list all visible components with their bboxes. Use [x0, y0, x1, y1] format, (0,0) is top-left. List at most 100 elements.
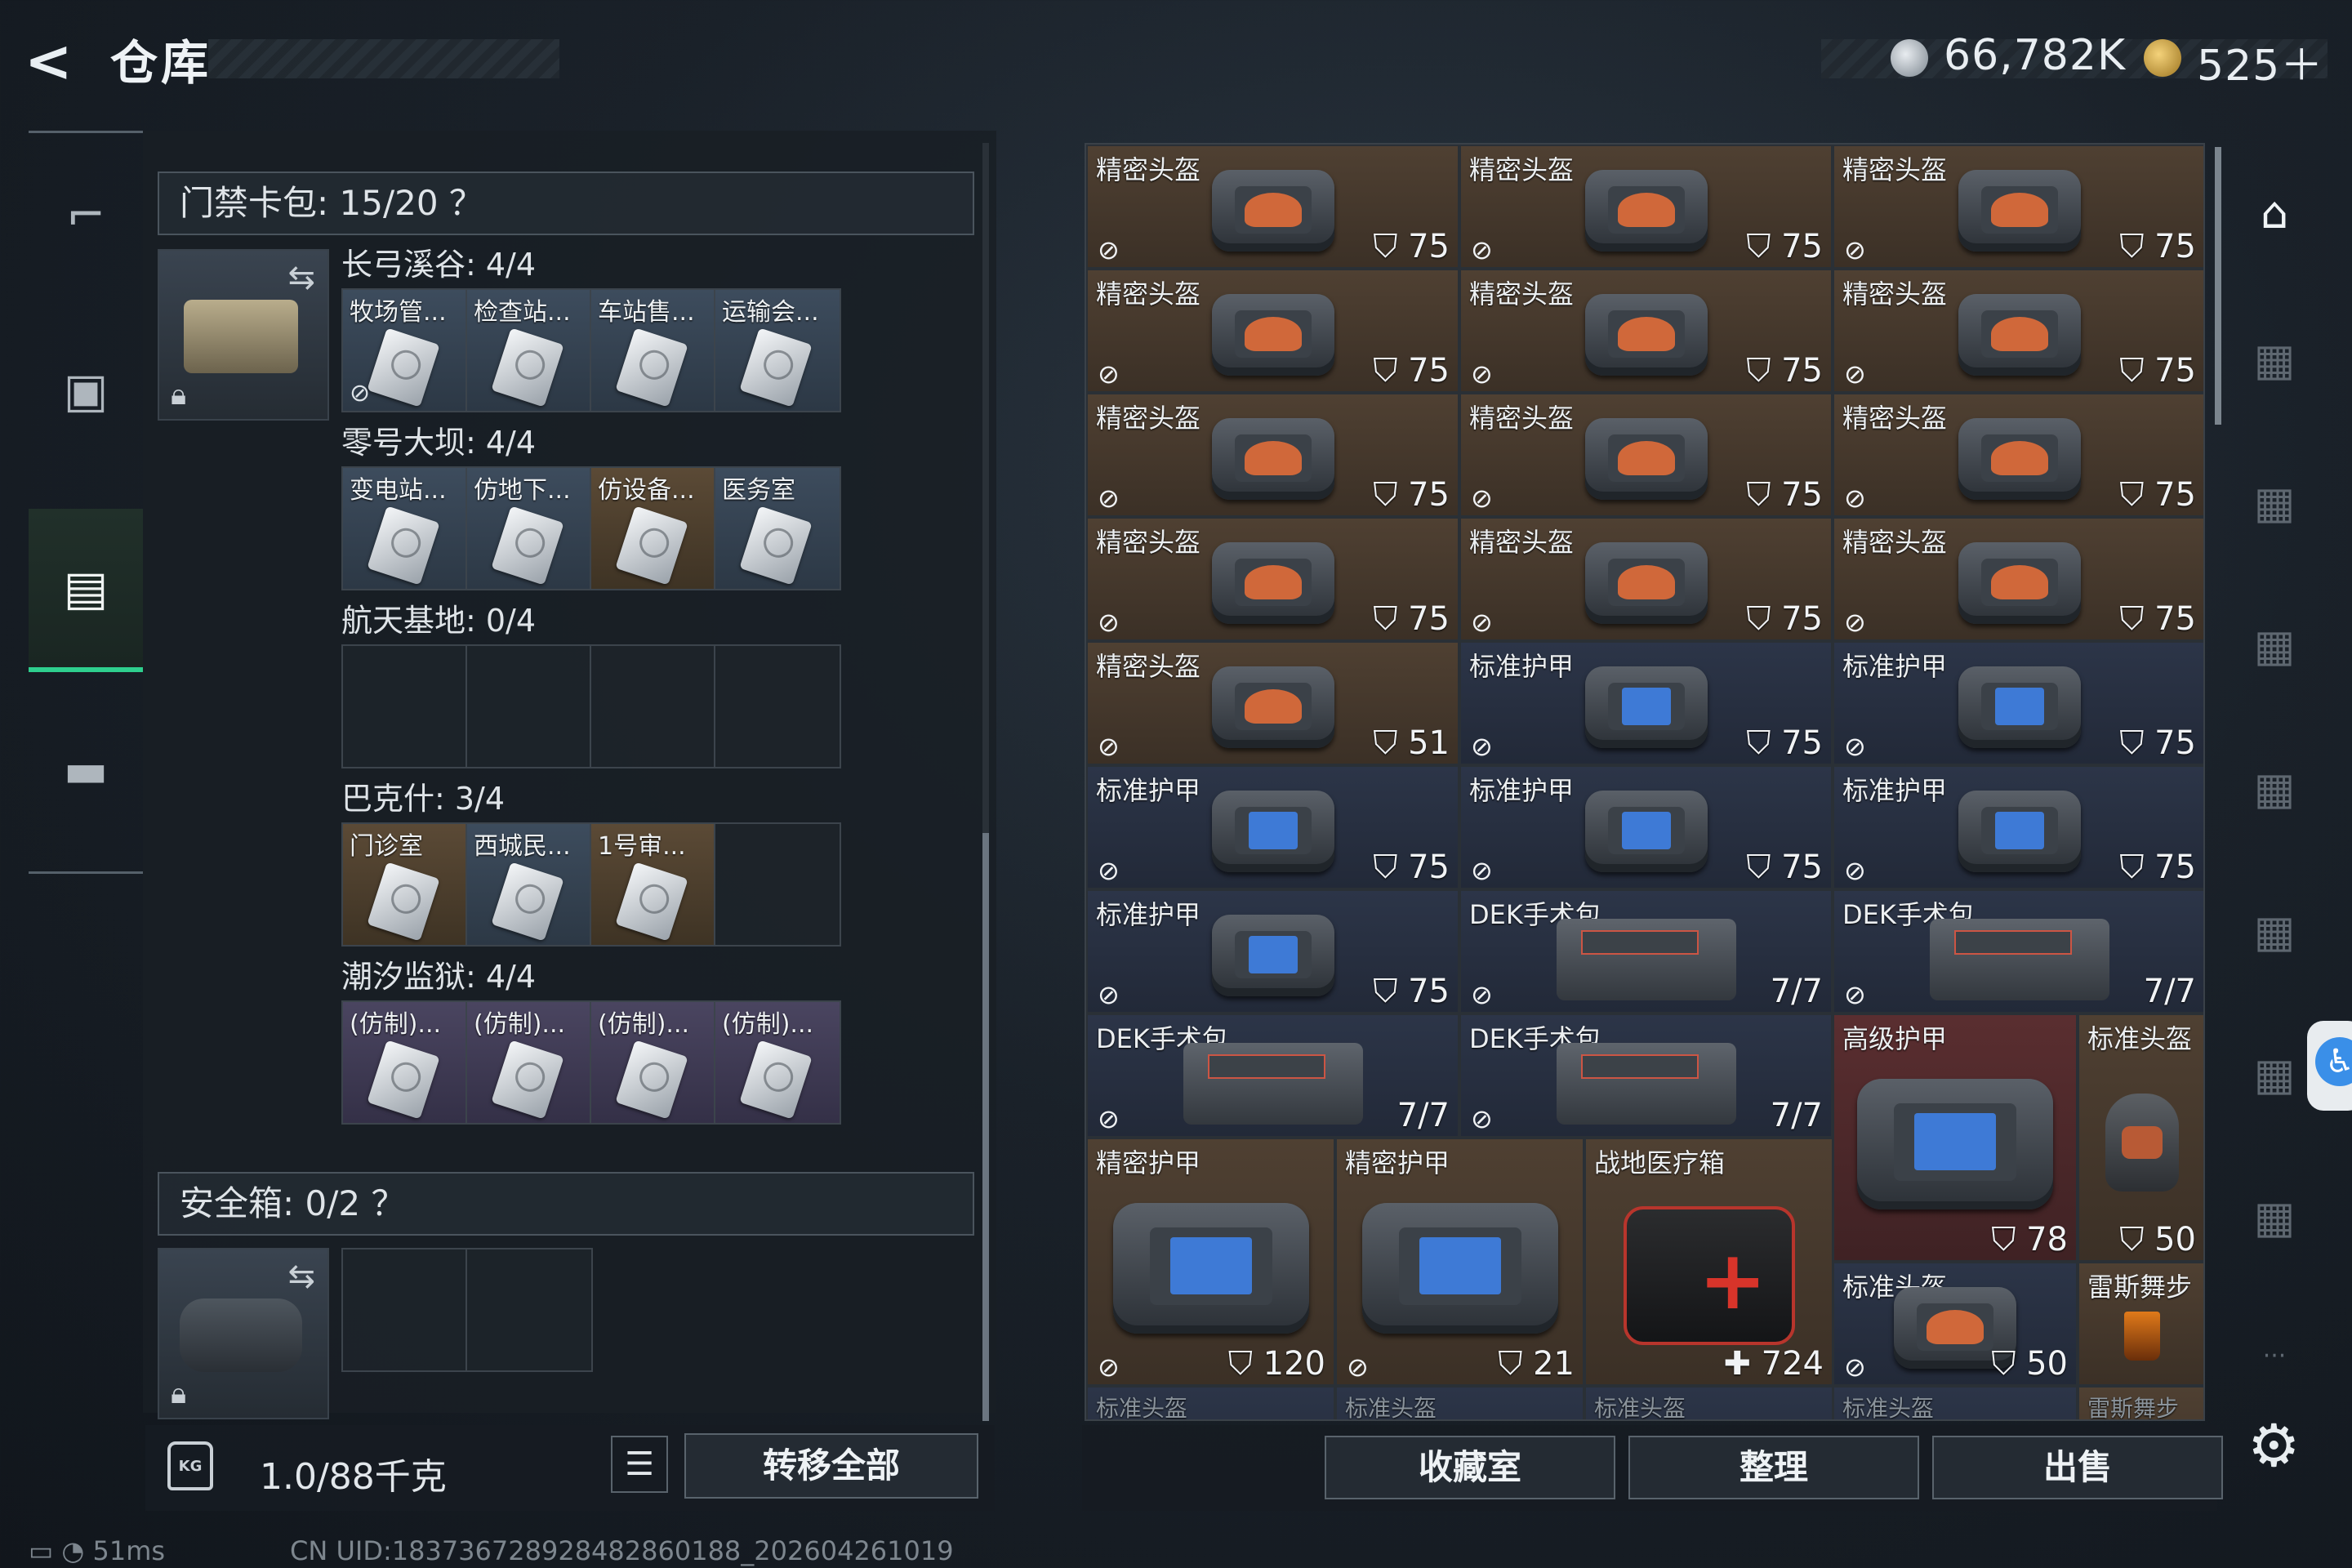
item-stat-badge: ⛉ 75 — [1746, 228, 1823, 265]
inventory-item[interactable]: 精密头盔 ⊘ ⛉ 75 — [1833, 517, 2203, 641]
swap-icon[interactable]: ⇆ — [287, 1258, 315, 1295]
inventory-item[interactable]: 雷斯舞步 — [2078, 1262, 2203, 1386]
more-icon[interactable]: ··· — [2221, 1286, 2328, 1425]
inventory-item[interactable]: 标准护甲 ⊘ ⛉ 75 — [1833, 765, 2203, 889]
empty-keycard-slot[interactable] — [467, 646, 591, 767]
inventory-item[interactable]: 精密头盔 ⊘ ⛉ 75 — [1459, 145, 1833, 269]
keycard-label: 医务室 — [722, 476, 795, 505]
keycard-slot[interactable]: (仿制)... — [591, 1002, 715, 1123]
helmet-bag-image — [1211, 666, 1334, 748]
inventory-item[interactable]: 战地医疗箱 ✚ 724 — [1584, 1138, 1833, 1386]
keycard-slot[interactable]: 车站售... — [591, 290, 715, 411]
grid-scrollbar-thumb[interactable] — [2215, 147, 2221, 425]
swap-icon[interactable]: ⇆ — [287, 259, 315, 296]
keycard-label: 门诊室 — [350, 832, 423, 861]
container-icon[interactable]: ▤ — [29, 509, 143, 672]
inventory-item[interactable]: 标准护甲 ⊘ ⛉ 75 — [1086, 889, 1459, 1013]
safe-box-slot-1[interactable] — [343, 1250, 467, 1370]
inventory-item[interactable]: DEK手术包 ⊘ 7/7 — [1833, 889, 2203, 1013]
inventory-item[interactable]: 精密头盔 ⊘ ⛉ 75 — [1086, 393, 1459, 517]
keycard-icon — [491, 1040, 564, 1120]
list-view-button[interactable]: ☰ — [611, 1436, 668, 1493]
collection-room-button[interactable]: 收藏室 — [1325, 1436, 1615, 1499]
inventory-item[interactable]: 标准护甲 ⊘ ⛉ 75 — [1459, 765, 1833, 889]
inventory-item[interactable]: 精密头盔 ⊘ ⛉ 51 — [1086, 641, 1459, 765]
keycard-slot[interactable]: 检查站... — [467, 290, 591, 411]
inventory-item[interactable]: 精密头盔 ⊘ ⛉ 75 — [1833, 145, 2203, 269]
keycard-slot[interactable]: 运输会... — [715, 290, 840, 411]
keycard-slot[interactable]: 仿地下... — [467, 468, 591, 589]
item-name: 精密护甲 — [1345, 1147, 1450, 1178]
no-sell-icon: ⊘ — [1844, 234, 1866, 265]
inventory-item[interactable]: 标准护甲 ⊘ ⛉ 75 — [1459, 641, 1833, 765]
empty-keycard-slot[interactable] — [715, 824, 840, 945]
keycard-slot[interactable]: (仿制)... — [343, 1002, 467, 1123]
page-title: 仓库 — [110, 35, 212, 91]
inventory-item[interactable]: 标准护甲 ⊘ ⛉ 75 — [1086, 765, 1459, 889]
gun-icon[interactable]: ⌐ — [29, 133, 143, 296]
inventory-item[interactable]: 标准护甲 ⊘ ⛉ 75 — [1833, 641, 2203, 765]
tab-iv-2-icon[interactable]: ▦ — [2221, 433, 2328, 572]
inventory-item[interactable]: 精密头盔 ⊘ ⛉ 75 — [1459, 269, 1833, 393]
organize-button[interactable]: 整理 — [1628, 1436, 1919, 1499]
no-sell-icon: ⊘ — [1844, 1352, 1866, 1383]
keycard-icon — [367, 506, 440, 586]
safe-box-slot[interactable]: ⇆ 🔒︎ — [158, 1248, 329, 1419]
inventory-item[interactable]: 标准头盔 — [1086, 1386, 1335, 1419]
inventory-item[interactable]: DEK手术包 ⊘ 7/7 — [1459, 1013, 1833, 1138]
inventory-item[interactable]: 精密头盔 ⊘ ⛉ 75 — [1086, 269, 1459, 393]
sell-button[interactable]: 出售 — [1932, 1436, 2223, 1499]
inventory-item[interactable]: 精密头盔 ⊘ ⛉ 75 — [1086, 145, 1459, 269]
inventory-item[interactable]: 高级护甲 ⛉ 78 — [1833, 1013, 2078, 1262]
safe-box-header[interactable]: 安全箱: 0/2 ？ — [158, 1172, 974, 1236]
keycard-slot[interactable]: 牧场管... ⊘ — [343, 290, 467, 411]
inventory-item[interactable]: 精密头盔 ⊘ ⛉ 75 — [1459, 393, 1833, 517]
keycard-slot[interactable]: 变电站... — [343, 468, 467, 589]
keycard-slot[interactable]: 门诊室 — [343, 824, 467, 945]
keycard-pack-header[interactable]: 门禁卡包: 15/20 ？ — [158, 172, 974, 235]
back-arrow-icon[interactable]: < — [24, 33, 90, 90]
warehouse-home-icon[interactable]: ⌂ — [2221, 143, 2328, 282]
inventory-item[interactable]: 标准头盔 — [1584, 1386, 1833, 1419]
inventory-item[interactable]: 标准头盔 — [1833, 1386, 2078, 1419]
tab-iv-4-icon[interactable]: ▦ — [2221, 719, 2328, 858]
inventory-item[interactable]: 精密头盔 ⊘ ⛉ 75 — [1833, 269, 2203, 393]
inventory-item[interactable]: 精密护甲 ⊘ ⛉ 21 — [1335, 1138, 1584, 1386]
keycard-slot[interactable]: 1号审... — [591, 824, 715, 945]
tab-iv-5-icon[interactable]: ▦ — [2221, 862, 2328, 1000]
keycard-icon — [739, 327, 813, 408]
shield-icon: ⛉ — [1373, 476, 1409, 514]
toolbox-icon[interactable]: ▬ — [29, 688, 143, 852]
empty-keycard-slot[interactable] — [343, 646, 467, 767]
inventory-item[interactable]: 精密头盔 ⊘ ⛉ 75 — [1459, 517, 1833, 641]
empty-keycard-slot[interactable] — [591, 646, 715, 767]
inventory-item[interactable]: DEK手术包 ⊘ 7/7 — [1459, 889, 1833, 1013]
keycard-slot[interactable]: 西城民... — [467, 824, 591, 945]
tab-iv-3-icon[interactable]: ▦ — [2221, 576, 2328, 715]
transfer-all-button[interactable]: 转移全部 — [684, 1433, 978, 1499]
currency-gold-amount[interactable]: 525＋ — [2197, 31, 2323, 92]
inventory-item[interactable]: DEK手术包 ⊘ 7/7 — [1086, 1013, 1459, 1138]
inventory-item[interactable]: 精密头盔 ⊘ ⛉ 75 — [1833, 393, 2203, 517]
safe-box-slot-2[interactable] — [467, 1250, 591, 1370]
inventory-item[interactable]: 精密头盔 ⊘ ⛉ 75 — [1086, 517, 1459, 641]
item-stat: 75 — [1781, 849, 1823, 886]
inventory-item[interactable]: 标准头盔 ⛉ 50 — [2078, 1013, 2203, 1262]
tab-iv-1-icon[interactable]: ▦ — [2221, 290, 2328, 429]
keycard-slot[interactable]: 医务室 — [715, 468, 840, 589]
inventory-item[interactable]: 标准头盔 ⊘ ⛉ 50 — [1833, 1262, 2078, 1386]
backpack-icon[interactable]: ▣ — [29, 309, 143, 472]
inventory-item[interactable]: 雷斯舞步 — [2078, 1386, 2203, 1419]
keycard-slot[interactable]: 仿设备... — [591, 468, 715, 589]
inventory-item[interactable]: 标准头盔 — [1335, 1386, 1584, 1419]
keycard-slot[interactable]: (仿制)... — [467, 1002, 591, 1123]
keycard-slot[interactable]: (仿制)... — [715, 1002, 840, 1123]
inventory-item[interactable]: 精密护甲 ⊘ ⛉ 120 — [1086, 1138, 1335, 1386]
gear-icon[interactable]: ⚙ — [2247, 1411, 2301, 1480]
shield-icon: ⛉ — [1746, 849, 1782, 886]
empty-keycard-slot[interactable] — [715, 646, 840, 767]
first-aid-box-image — [1623, 1206, 1795, 1345]
tab-iv-7-icon[interactable]: ▦ — [2221, 1147, 2328, 1286]
keycard-pack-slot[interactable]: ⇆ 🔒︎ — [158, 249, 329, 421]
left-scrollbar-thumb[interactable] — [982, 833, 989, 1421]
